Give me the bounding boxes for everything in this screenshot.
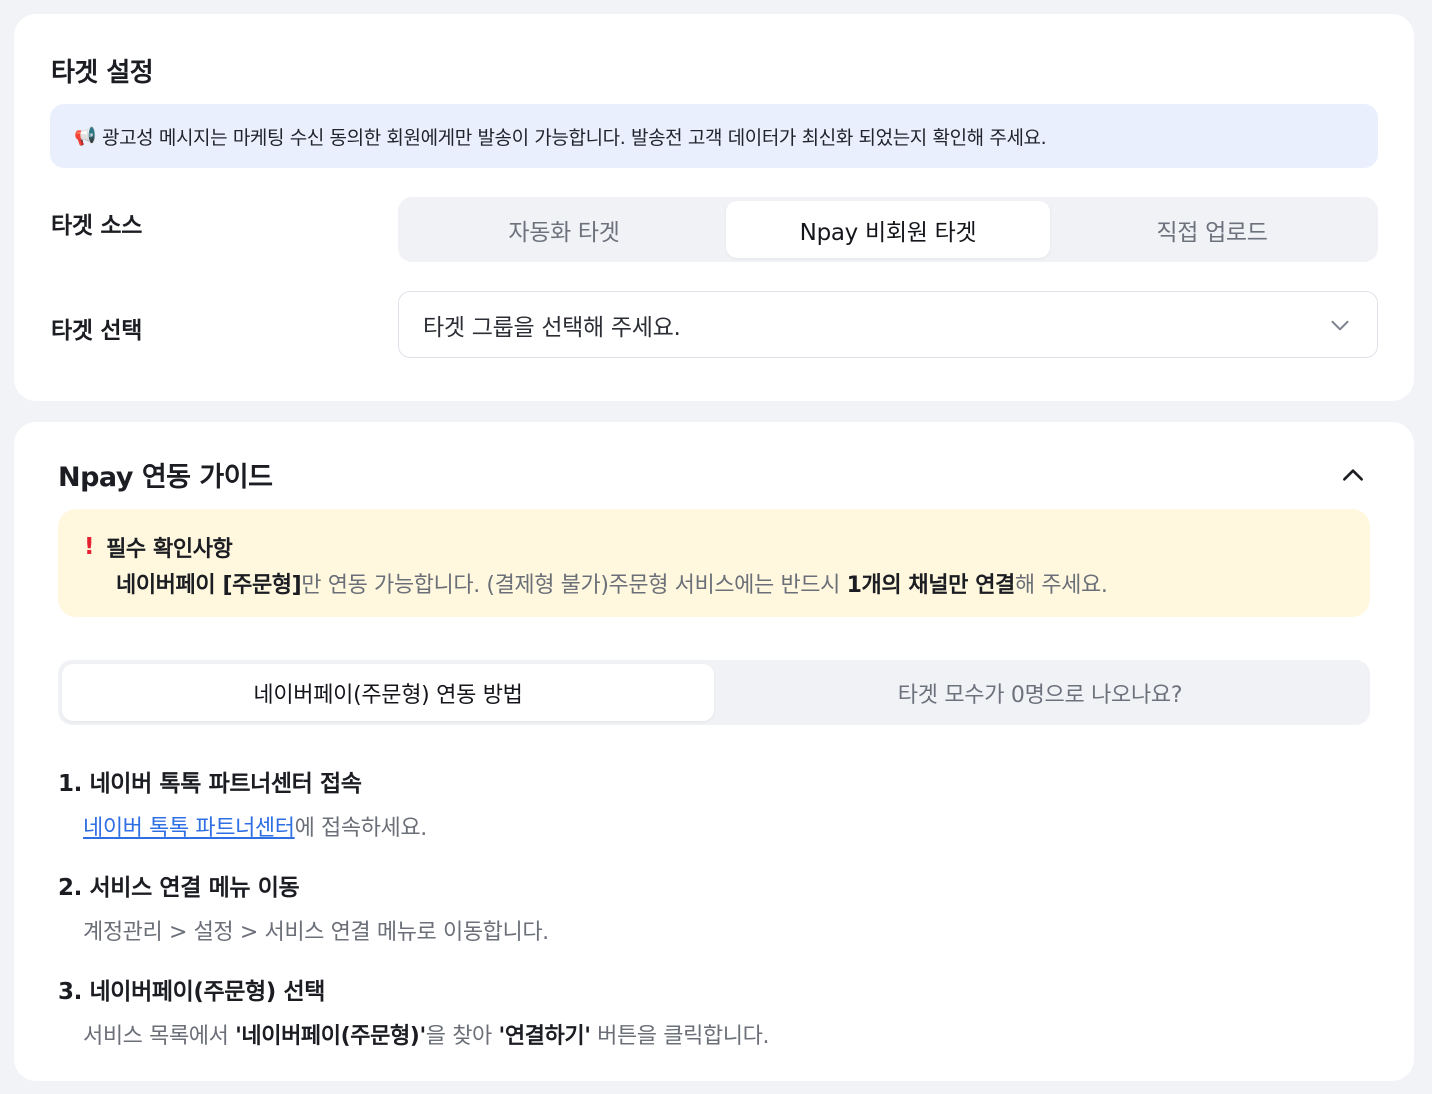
step-3-text-a: 서비스 목록에서 [83, 1024, 236, 1049]
marketing-notice: 📢 광고성 메시지는 마케팅 수신 동의한 회원에게만 발송이 가능합니다. 발… [50, 104, 1378, 168]
step-3-text-e: 버튼을 클릭합니다. [590, 1024, 770, 1049]
tab-npay-nonmember-target[interactable]: Npay 비회원 타겟 [726, 201, 1050, 258]
chevron-down-icon [1331, 320, 1349, 330]
target-group-select-placeholder: 타겟 그룹을 선택해 주세요. [423, 314, 681, 341]
guide-step-2: 2. 서비스 연결 메뉴 이동 계정관리 > 설정 > 서비스 연결 메뉴로 이… [58, 868, 549, 946]
one-channel-emphasis: 1개의 채널만 연결 [846, 573, 1016, 598]
step-1-title: 1. 네이버 톡톡 파트너센터 접속 [58, 771, 362, 797]
required-check-header: ! 필수 확인사항 [84, 531, 233, 563]
chevron-up-icon [1343, 469, 1363, 481]
step-1-description: 네이버 톡톡 파트너센터에 접속하세요. [83, 810, 427, 842]
step-3-description: 서비스 목록에서 '네이버페이(주문형)'을 찾아 '연결하기' 버튼을 클릭합… [83, 1018, 769, 1050]
step-1-description-rest: 에 접속하세요. [294, 816, 428, 841]
required-check-body: 네이버페이 [주문형]만 연동 가능합니다. (결제형 불가)주문형 서비스에는… [116, 567, 1108, 599]
order-type-emphasis: 네이버페이 [주문형] [116, 573, 302, 598]
guide-tabs: 네이버페이(주문형) 연동 방법 타겟 모수가 0명으로 나오나요? [58, 660, 1370, 725]
target-source-label: 타겟 소스 [51, 213, 143, 239]
guide-step-3: 3. 네이버페이(주문형) 선택 서비스 목록에서 '네이버페이(주문형)'을 … [58, 972, 769, 1050]
required-check-text: 만 연동 가능합니다. (결제형 불가)주문형 서비스에는 반드시 [301, 573, 847, 598]
npay-guide-card: Npay 연동 가이드 ! 필수 확인사항 네이버페이 [주문형]만 연동 가능… [14, 422, 1414, 1081]
required-check-notice: ! 필수 확인사항 네이버페이 [주문형]만 연동 가능합니다. (결제형 불가… [58, 509, 1370, 617]
target-source-segmented-control: 자동화 타겟 Npay 비회원 타겟 직접 업로드 [398, 197, 1378, 262]
tab-auto-target[interactable]: 자동화 타겟 [402, 201, 726, 258]
npay-guide-title: Npay 연동 가이드 [58, 462, 273, 493]
step-3-text-c: 을 찾아 [425, 1024, 499, 1049]
tab-zero-target-faq[interactable]: 타겟 모수가 0명으로 나오나요? [714, 664, 1366, 721]
guide-step-1: 1. 네이버 톡톡 파트너센터 접속 네이버 톡톡 파트너센터에 접속하세요. [58, 764, 427, 842]
target-group-select[interactable]: 타겟 그룹을 선택해 주세요. [398, 291, 1378, 358]
step-3-npay-emphasis: '네이버페이(주문형)' [235, 1024, 426, 1049]
exclamation-icon: ! [84, 534, 95, 560]
target-settings-card: 타겟 설정 📢 광고성 메시지는 마케팅 수신 동의한 회원에게만 발송이 가능… [14, 14, 1414, 401]
tab-direct-upload[interactable]: 직접 업로드 [1050, 201, 1374, 258]
marketing-notice-text: 광고성 메시지는 마케팅 수신 동의한 회원에게만 발송이 가능합니다. 발송전… [102, 126, 1047, 149]
step-3-title: 3. 네이버페이(주문형) 선택 [58, 979, 325, 1005]
step-2-title: 2. 서비스 연결 메뉴 이동 [58, 875, 300, 901]
step-2-description: 계정관리 > 설정 > 서비스 연결 메뉴로 이동합니다. [83, 920, 549, 945]
target-settings-title: 타겟 설정 [51, 58, 154, 88]
step-3-connect-emphasis: '연결하기' [498, 1024, 591, 1049]
talktalk-partner-center-link[interactable]: 네이버 톡톡 파트너센터 [83, 816, 295, 841]
collapse-button[interactable] [1336, 458, 1370, 492]
tab-npay-order-integration[interactable]: 네이버페이(주문형) 연동 방법 [62, 664, 714, 721]
required-check-title: 필수 확인사항 [106, 537, 233, 562]
megaphone-icon: 📢 [74, 125, 97, 147]
target-select-label: 타겟 선택 [51, 318, 143, 344]
required-check-text-end: 해 주세요. [1014, 573, 1108, 598]
